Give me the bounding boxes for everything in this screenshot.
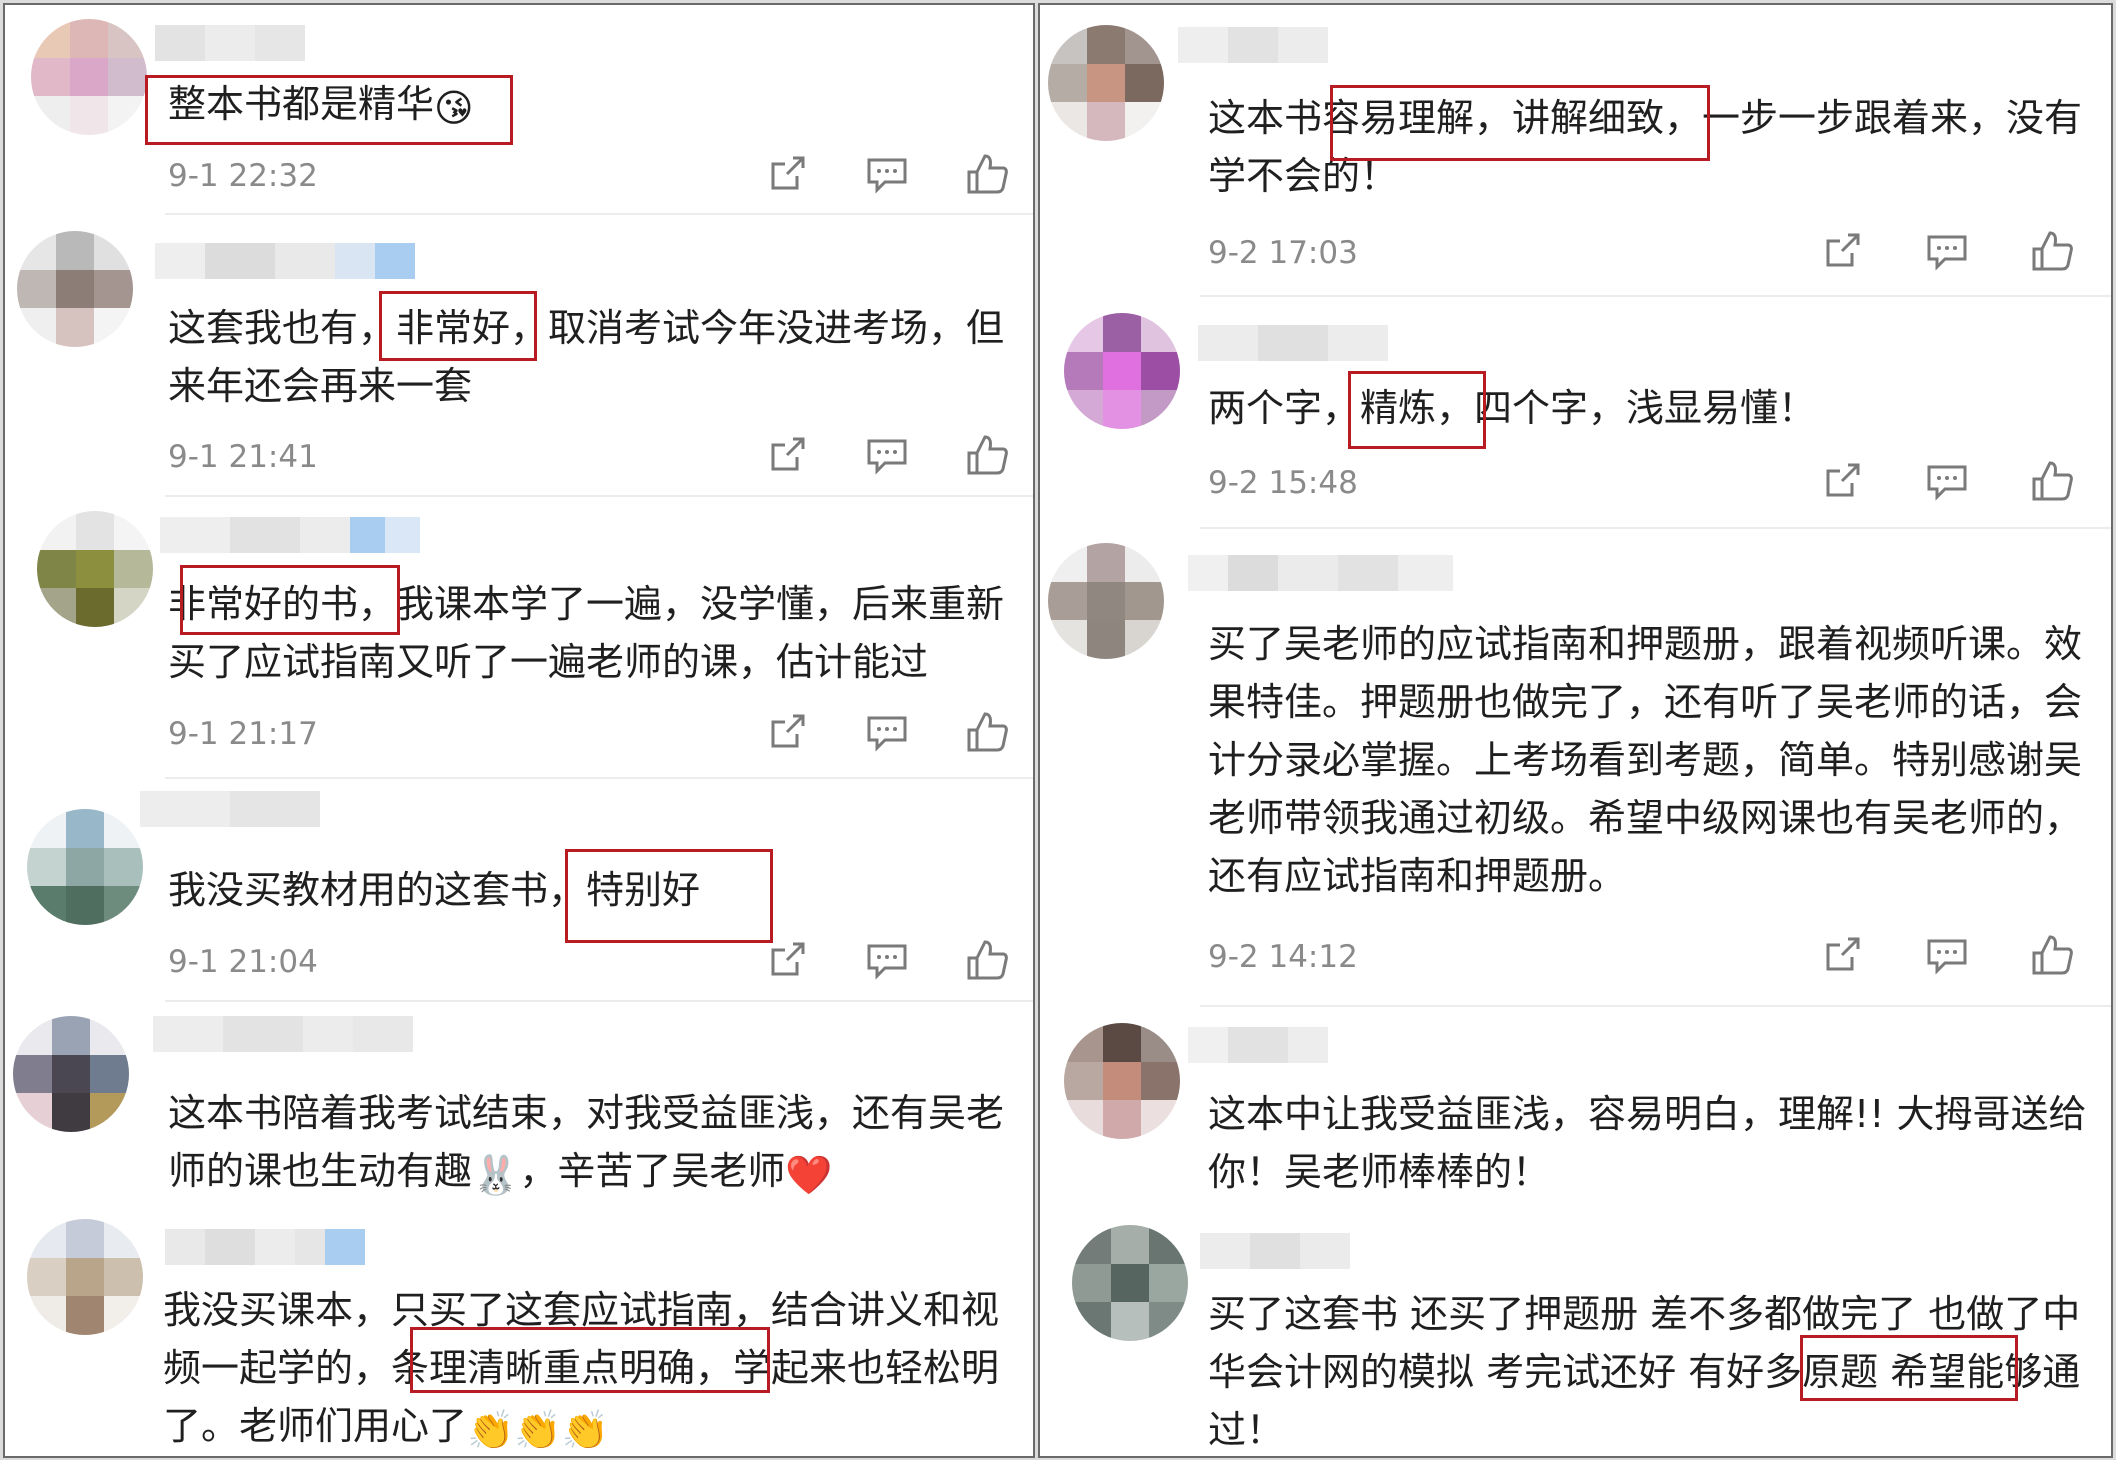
share-icon[interactable] [1818,227,1866,275]
timestamp: 9-2 14:12 [1208,939,1358,975]
comment-icon[interactable] [1923,457,1971,505]
share-icon[interactable] [1818,457,1866,505]
bunny-emoji-icon: 🐰 [472,1153,520,1197]
avatar[interactable] [17,231,133,347]
share-icon[interactable] [763,936,811,984]
comment-text: 买了吴老师的应试指南和押题册，跟着视频听课。效果特佳。押题册也做完了，还有听了吴… [1208,622,2083,898]
divider [1200,1005,2111,1007]
avatar[interactable] [13,1016,129,1132]
divider [165,1000,1033,1002]
comment-item: 这本中让我受益匪浅，容易明白，理解!! 大拇哥送给你！吴老师棒棒的！ [1040,1009,2111,1209]
highlight-box [145,75,513,145]
avatar[interactable] [1048,543,1164,659]
comment-item: 买了吴老师的应试指南和押题册，跟着视频听课。效果特佳。押题册也做完了，还有听了吴… [1040,531,2111,1006]
like-icon[interactable] [2028,227,2076,275]
comment-text: 这套我也有，非常好，取消考试今年没进考场，但来年还会再来一套 [168,306,1005,408]
avatar[interactable] [31,19,147,135]
comment-item: 这本书陪着我考试结束，对我受益匪浅，还有吴老师的课也生动有趣🐰，辛苦了吴老师❤️ [5,1004,1033,1204]
avatar[interactable] [1064,1023,1180,1139]
comment-item: 两个字，精炼，四个字，浅显易懂！ 9-2 15:48 [1040,299,2111,529]
comment-icon[interactable] [863,150,911,198]
comment-meta: 9-1 21:04 [168,936,1008,986]
comment-meta: 9-1 21:17 [168,708,1008,758]
divider [1200,527,2111,529]
comment-meta: 9-2 15:48 [1208,457,2088,507]
comment-item: 我没买课本，只买了这套应试指南，结合讲义和视频一起学的，条理清晰重点明确，学起来… [5,1209,1033,1456]
username-blurred[interactable] [153,1016,413,1052]
timestamp: 9-1 21:04 [168,944,318,980]
comment-item: 整本书都是精华😘 9-1 22:32 [5,5,1033,210]
comment-meta: 9-1 22:32 [168,150,1008,200]
comment-icon[interactable] [863,708,911,756]
username-blurred[interactable] [1200,1233,1350,1269]
divider [165,213,1033,215]
username-blurred[interactable] [160,517,420,553]
clap-emoji-icon: 👏👏👏 [467,1408,609,1452]
timestamp: 9-1 22:32 [168,158,318,194]
comment-item: 这套我也有，非常好，取消考试今年没进考场，但来年还会再来一套 9-1 21:41 [5,217,1033,497]
highlight-box [1800,1335,2018,1401]
comment-item: 买了这套书 还买了押题册 差不多都做完了 也做了中华会计网的模拟 考完试还好 有… [1040,1213,2111,1456]
avatar[interactable] [37,511,153,627]
divider [1200,295,2111,297]
comment-icon[interactable] [1923,931,1971,979]
comment-item: 非常好的书，我课本学了一遍，没学懂，后来重新买了应试指南又听了一遍老师的课，估计… [5,499,1033,779]
share-icon[interactable] [763,708,811,756]
comment-text: 这本中让我受益匪浅，容易明白，理解!! 大拇哥送给你！吴老师棒棒的！ [1208,1092,2087,1194]
avatar[interactable] [1048,25,1164,141]
divider [165,495,1033,497]
heart-emoji-icon: ❤️ [785,1153,833,1197]
username-blurred[interactable] [1188,555,1453,591]
comment-panel-left: 整本书都是精华😘 9-1 22:32 这套我也有，非常好，取消考试今年没进考场，… [3,3,1035,1458]
highlight-box [565,849,773,943]
like-icon[interactable] [2028,457,2076,505]
highlight-box [1348,371,1486,449]
comment-icon[interactable] [1923,227,1971,275]
comment-text-tail: ，辛苦了吴老师 [519,1149,786,1193]
comment-meta: 9-2 17:03 [1208,227,2088,277]
avatar[interactable] [27,1219,143,1335]
like-icon[interactable] [2028,931,2076,979]
share-icon[interactable] [763,431,811,479]
comment-icon[interactable] [863,936,911,984]
divider [165,777,1033,779]
timestamp: 9-2 15:48 [1208,465,1358,501]
comment-meta: 9-2 14:12 [1208,931,2088,981]
like-icon[interactable] [963,708,1011,756]
username-blurred[interactable] [155,25,305,61]
username-blurred[interactable] [1188,1027,1328,1063]
avatar[interactable] [1064,313,1180,429]
comment-icon[interactable] [863,431,911,479]
comment-item: 这本书容易理解，讲解细致，一步一步跟着来，没有学不会的！ 9-2 17:03 [1040,5,2111,287]
comment-text: 这本书陪着我考试结束，对我受益匪浅，还有吴老师的课也生动有趣🐰，辛苦了吴老师❤️ [168,1084,1008,1204]
highlight-box [379,291,537,361]
like-icon[interactable] [963,431,1011,479]
highlight-box [410,1327,770,1393]
share-icon[interactable] [763,150,811,198]
timestamp: 9-1 21:17 [168,716,318,752]
highlight-box [180,565,400,635]
avatar[interactable] [27,809,143,925]
timestamp: 9-1 21:41 [168,439,318,475]
comment-meta: 9-1 21:41 [168,431,1008,481]
username-blurred[interactable] [1178,27,1328,63]
like-icon[interactable] [963,150,1011,198]
timestamp: 9-2 17:03 [1208,235,1358,271]
username-blurred[interactable] [1198,325,1388,361]
share-icon[interactable] [1818,931,1866,979]
comment-panel-right: 这本书容易理解，讲解细致，一步一步跟着来，没有学不会的！ 9-2 17:03 两… [1038,3,2113,1458]
like-icon[interactable] [963,936,1011,984]
username-blurred[interactable] [140,791,320,827]
username-blurred[interactable] [165,1229,365,1265]
comment-text: 两个字，精炼，四个字，浅显易懂！ [1208,386,1817,430]
comment-item: 我没买教材用的这套书，特别好 9-1 21:04 [5,781,1033,1001]
username-blurred[interactable] [155,243,415,279]
highlight-box [1330,85,1710,161]
avatar[interactable] [1072,1225,1188,1341]
